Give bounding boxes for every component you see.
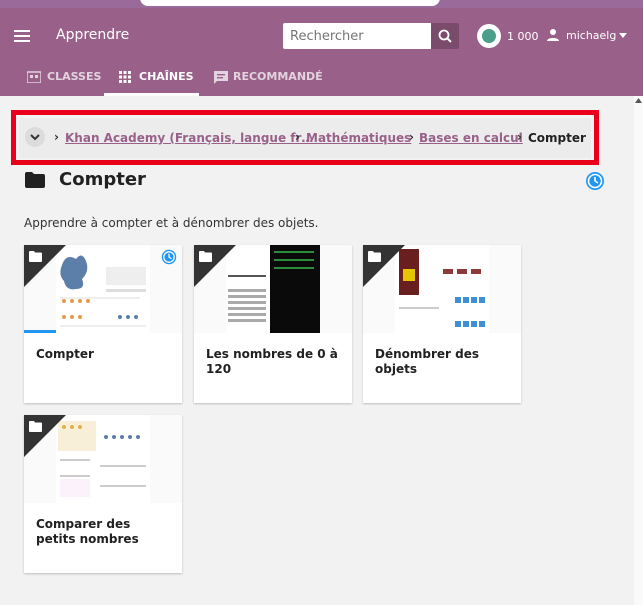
card-progress-bar: [24, 330, 56, 333]
card-title: Dénombrer des objets: [375, 347, 480, 376]
content-card[interactable]: Comparer des petits nombres: [24, 415, 182, 573]
browser-edge: [0, 0, 643, 8]
scroll-up-icon[interactable]: [635, 98, 642, 103]
breadcrumb-link-mathematiques[interactable]: Mathématiques: [306, 131, 411, 145]
breadcrumb-separator: ›: [54, 130, 59, 144]
app-title: Apprendre: [56, 27, 130, 43]
content-card[interactable]: Compter: [24, 245, 182, 403]
page-description: Apprendre à compter et à dénombrer des o…: [24, 216, 319, 230]
content-card[interactable]: Les nombres de 0 à 120: [194, 245, 352, 403]
page-title: Compter: [59, 169, 146, 190]
content-card[interactable]: Dénombrer des objets: [363, 245, 521, 403]
in-progress-clock-icon: [586, 172, 604, 190]
card-thumbnail: [363, 245, 521, 333]
person-icon: [547, 29, 559, 41]
active-tab-indicator: [104, 93, 199, 96]
tab-classes-label: CLASSES: [47, 70, 102, 83]
folder-icon: [199, 251, 212, 262]
recommended-icon: [214, 71, 228, 84]
breadcrumb-link-khan-academy[interactable]: Khan Academy (Français, langue fr…: [65, 131, 313, 145]
folder-icon: [29, 421, 42, 432]
card-thumbnail: [24, 415, 182, 503]
scrollbar[interactable]: [634, 96, 643, 605]
card-thumbnail: [194, 245, 352, 333]
breadcrumb: › Khan Academy (Français, langue fr… › M…: [19, 118, 591, 158]
user-menu[interactable]: michaelg: [546, 28, 627, 44]
card-title: Comparer des petits nombres: [36, 517, 139, 546]
search-button[interactable]: [431, 23, 459, 49]
breadcrumb-link-bases-en-calcul[interactable]: Bases en calcul: [419, 131, 523, 145]
breadcrumb-separator: ›: [295, 130, 300, 144]
tab-recommended[interactable]: RECOMMANDÉ: [214, 60, 323, 96]
search-input[interactable]: [283, 23, 431, 49]
tab-channels[interactable]: CHAÎNES: [104, 60, 199, 96]
channels-grid-icon: [119, 71, 131, 83]
search-icon: [438, 29, 452, 43]
classes-icon: [27, 71, 41, 83]
card-thumbnail: [24, 245, 182, 333]
app-bar: Apprendre 1 000 michaelg CLASSES: [0, 0, 643, 96]
folder-icon: [29, 251, 42, 262]
tab-classes[interactable]: CLASSES: [27, 60, 101, 96]
nav-tabs: CLASSES CHAÎNES RECOMMANDÉ: [0, 60, 643, 96]
chevron-down-icon: [619, 33, 627, 38]
folder-icon: [368, 251, 381, 262]
username: michaelg: [566, 29, 617, 42]
in-progress-clock-icon: [161, 249, 177, 265]
breadcrumb-current: Compter: [528, 131, 586, 145]
tab-recommended-label: RECOMMANDÉ: [233, 70, 323, 83]
breadcrumb-separator: ›: [517, 130, 522, 144]
points-icon: [477, 24, 501, 48]
breadcrumb-separator: ›: [409, 130, 414, 144]
card-title: Les nombres de 0 à 120: [206, 347, 338, 376]
folder-icon: [25, 172, 45, 188]
chevron-down-icon: [30, 134, 40, 141]
menu-icon[interactable]: [14, 30, 30, 42]
card-title: Compter: [36, 347, 94, 361]
tab-channels-label: CHAÎNES: [139, 70, 194, 83]
points-count: 1 000: [507, 30, 539, 43]
breadcrumb-collapse-button[interactable]: [25, 127, 45, 147]
